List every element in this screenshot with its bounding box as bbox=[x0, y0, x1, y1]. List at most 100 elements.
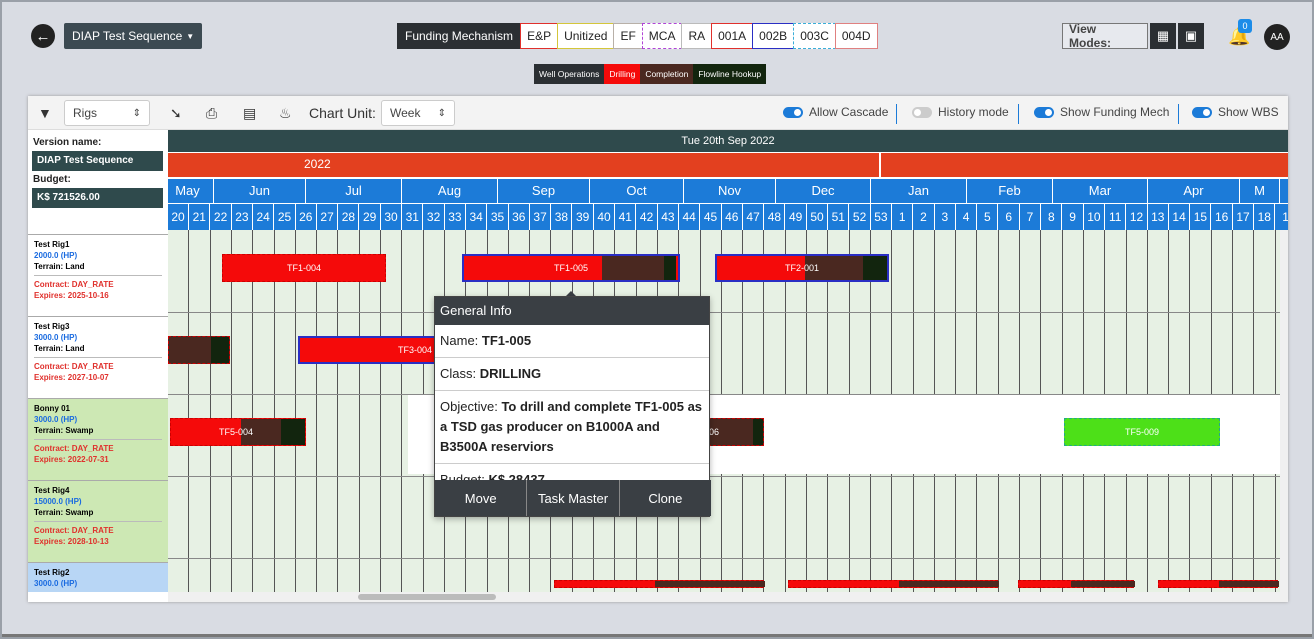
funding-chip[interactable]: E&P bbox=[520, 23, 559, 49]
rig-hp: 15000.0 (HP) bbox=[34, 497, 82, 506]
month-label: Jan bbox=[871, 179, 967, 203]
chart-unit-value: Week bbox=[390, 106, 421, 120]
rig-expires: Expires: 2025-10-16 bbox=[34, 291, 109, 300]
filter-icon[interactable]: ▼ bbox=[38, 102, 52, 124]
split-view-icon[interactable]: ▣ bbox=[1178, 23, 1204, 49]
funding-chip[interactable]: 001A bbox=[711, 23, 754, 49]
name-value: TF1-005 bbox=[481, 333, 532, 348]
vertical-scrollbar[interactable] bbox=[1280, 230, 1288, 592]
print-icon[interactable]: ⎙ bbox=[206, 102, 217, 124]
task-bar[interactable]: TF3-004 bbox=[298, 336, 438, 364]
task-master-button[interactable]: Task Master bbox=[527, 480, 620, 516]
week-label: 41 bbox=[615, 204, 637, 230]
task-bar[interactable] bbox=[168, 336, 230, 364]
clone-button[interactable]: Clone bbox=[620, 480, 711, 516]
completion-segment bbox=[899, 581, 999, 587]
rig-contract: Contract: DAY_RATE bbox=[34, 280, 114, 289]
task-bar[interactable]: 06 bbox=[708, 418, 764, 446]
funding-chip[interactable]: Unitized bbox=[557, 23, 615, 49]
grid-line bbox=[273, 230, 275, 592]
week-label: 21 bbox=[189, 204, 211, 230]
grid-line bbox=[252, 230, 254, 592]
task-bar[interactable]: TF1-004 bbox=[222, 254, 386, 282]
rig-row[interactable]: Test Rig3 3000.0 (HP) Terrain: Land Cont… bbox=[28, 316, 168, 398]
row-divider bbox=[168, 558, 1288, 559]
show-wbs-label: Show WBS bbox=[1218, 105, 1279, 119]
funding-chip[interactable]: MCA bbox=[641, 23, 683, 49]
popup-objective-row: Objective: To drill and complete TF1-005… bbox=[435, 391, 709, 464]
rig-row[interactable]: Bonny 01 3000.0 (HP) Terrain: Swamp Cont… bbox=[28, 398, 168, 480]
pointer-icon[interactable]: ➘ bbox=[170, 102, 182, 124]
rig-sidebar: Version name: DIAP Test Sequence Budget:… bbox=[28, 130, 168, 602]
week-label: 20 bbox=[168, 204, 189, 230]
view-modes-label: View Modes: bbox=[1062, 22, 1148, 50]
flowline-segment bbox=[863, 256, 887, 280]
funding-chip[interactable]: 004D bbox=[834, 23, 878, 49]
grid-line bbox=[401, 230, 403, 592]
week-label: 22 bbox=[211, 204, 232, 230]
month-label: Dec bbox=[776, 179, 871, 203]
row-divider bbox=[168, 394, 1288, 395]
class-label: Class: bbox=[440, 366, 477, 381]
week-label: 36 bbox=[509, 204, 530, 230]
allow-cascade-toggle[interactable] bbox=[783, 107, 803, 118]
divider bbox=[896, 104, 897, 124]
task-bar[interactable] bbox=[554, 580, 765, 588]
week-label: 16 bbox=[1212, 204, 1233, 230]
month-label: Mar bbox=[1053, 179, 1148, 203]
gantt-grid: TF1-004 TF1-005 TF2-001 TF3-004 TF5-004 … bbox=[168, 230, 1288, 592]
fire-icon[interactable]: ♨ bbox=[279, 102, 292, 124]
rig-expires: Expires: 2022-07-31 bbox=[34, 455, 109, 464]
task-bar[interactable] bbox=[1018, 580, 1135, 588]
table-icon[interactable]: ▤ bbox=[243, 102, 256, 124]
show-wbs-toggle[interactable] bbox=[1192, 107, 1212, 118]
rig-row[interactable]: Test Rig1 2000.0 (HP) Terrain: Land Cont… bbox=[28, 234, 168, 316]
task-bar-label: TF2-001 bbox=[784, 263, 819, 273]
funding-chip[interactable]: 002B bbox=[752, 23, 795, 49]
history-mode-toggle[interactable] bbox=[912, 107, 932, 118]
grid-line bbox=[316, 230, 318, 592]
week-label: 35 bbox=[488, 204, 509, 230]
funding-chip[interactable]: EF bbox=[613, 23, 643, 49]
scrollbar-thumb[interactable] bbox=[358, 594, 496, 600]
task-bar[interactable] bbox=[1158, 580, 1279, 588]
chart-unit-select[interactable]: Week ⇕ bbox=[381, 100, 455, 126]
rigs-select-value: Rigs bbox=[73, 106, 98, 120]
top-bar: ← DIAP Test Sequence ▼ Funding Mechanism… bbox=[4, 4, 1312, 92]
week-label: 4 bbox=[956, 204, 978, 230]
divider bbox=[1018, 104, 1019, 124]
rig-row[interactable]: Test Rig2 3000.0 (HP) bbox=[28, 562, 168, 592]
budget-label: Budget: bbox=[33, 174, 71, 185]
task-bar-label: 06 bbox=[709, 427, 720, 437]
task-bar-label: TF5-004 bbox=[219, 427, 254, 437]
avatar[interactable]: AA bbox=[1264, 24, 1290, 50]
week-label: 9 bbox=[1063, 204, 1084, 230]
back-arrow-icon[interactable]: ← bbox=[31, 24, 55, 48]
show-funding-mech-toggle[interactable] bbox=[1034, 107, 1054, 118]
rig-terrain: Terrain: Swamp bbox=[34, 508, 94, 517]
rig-name: Test Rig3 bbox=[34, 322, 70, 331]
rigs-select[interactable]: Rigs ⇕ bbox=[64, 100, 150, 126]
gantt-toolbar: ▼ Rigs ⇕ ➘ ⎙ ▤ ♨ Chart Unit: Week ⇕ Allo… bbox=[28, 96, 1288, 130]
week-label: 23 bbox=[232, 204, 253, 230]
objective-label: Objective: bbox=[440, 399, 498, 414]
grid-view-icon[interactable]: ▦ bbox=[1150, 23, 1176, 49]
rig-row[interactable]: Test Rig4 15000.0 (HP) Terrain: Swamp Co… bbox=[28, 480, 168, 562]
sequence-dropdown[interactable]: DIAP Test Sequence ▼ bbox=[64, 23, 203, 49]
move-button[interactable]: Move bbox=[435, 480, 528, 516]
task-bar[interactable]: TF5-004 bbox=[170, 418, 306, 446]
week-label: 13 bbox=[1148, 204, 1169, 230]
funding-chip[interactable]: RA bbox=[681, 23, 713, 49]
rig-hp: 3000.0 (HP) bbox=[34, 579, 78, 588]
week-label: 18 bbox=[1254, 204, 1276, 230]
month-label: Apr bbox=[1148, 179, 1240, 203]
task-bar[interactable] bbox=[788, 580, 999, 588]
horizontal-scrollbar[interactable] bbox=[168, 592, 1288, 602]
rig-expires: Expires: 2028-10-13 bbox=[34, 537, 109, 546]
select-arrows-icon: ⇕ bbox=[437, 107, 446, 119]
budget-value: K$ 721526.00 bbox=[32, 188, 163, 208]
task-bar[interactable]: TF2-001 bbox=[715, 254, 889, 282]
task-bar[interactable]: TF1-005 bbox=[462, 254, 680, 282]
task-bar[interactable]: TF5-009 bbox=[1064, 418, 1220, 446]
funding-chip[interactable]: 003C bbox=[793, 23, 836, 49]
